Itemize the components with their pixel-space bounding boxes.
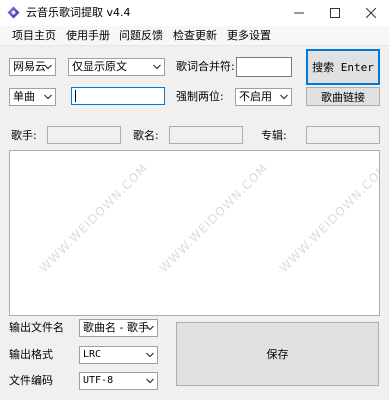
watermark-text: WWW.WEIDOWN.COM: [156, 160, 271, 276]
singer-field[interactable]: [47, 126, 121, 144]
file-encoding-select[interactable]: UTF-8: [79, 372, 158, 390]
display-select-value: 仅显示原文: [72, 60, 127, 73]
song-link-button-label: 歌曲链接: [321, 90, 365, 104]
close-icon: [366, 8, 376, 18]
maximize-icon: [330, 8, 340, 18]
menu-item-homepage[interactable]: 项目主页: [12, 29, 56, 43]
chevron-down-icon: [44, 64, 52, 70]
maximize-button[interactable]: [317, 0, 353, 26]
window-title: 云音乐歌词提取 v4.4: [26, 6, 131, 19]
watermark-text: WWW.WEIDOWN.COM: [276, 160, 380, 276]
album-label: 专辑:: [261, 129, 287, 142]
merge-symbol-label: 歌词合并符:: [176, 60, 235, 73]
menu-item-more-settings[interactable]: 更多设置: [227, 29, 271, 43]
chevron-down-icon: [146, 352, 154, 358]
chevron-down-icon: [44, 94, 52, 100]
title-bar: 云音乐歌词提取 v4.4: [0, 0, 389, 26]
song-link-button[interactable]: 歌曲链接: [306, 87, 380, 106]
song-name-field[interactable]: [169, 126, 243, 144]
menu-item-feedback[interactable]: 问题反馈: [119, 29, 163, 43]
menu-bar: 项目主页 使用手册 问题反馈 检查更新 更多设置: [0, 26, 389, 46]
merge-symbol-input[interactable]: [236, 57, 292, 77]
text-caret: [75, 90, 76, 102]
album-field[interactable]: [306, 126, 380, 144]
minimize-button[interactable]: [281, 0, 317, 26]
output-format-label: 输出格式: [9, 348, 53, 361]
output-filename-value: 歌曲名 - 歌手: [83, 321, 149, 334]
minimize-icon: [294, 12, 304, 14]
save-button[interactable]: 保存: [176, 322, 379, 386]
file-encoding-label: 文件编码: [9, 374, 53, 387]
display-select[interactable]: 仅显示原文: [68, 58, 165, 76]
song-id-input[interactable]: [71, 87, 165, 105]
chevron-down-icon: [146, 378, 154, 384]
file-encoding-value: UTF-8: [83, 375, 114, 386]
search-button[interactable]: 搜索 Enter: [306, 49, 380, 85]
output-format-select[interactable]: LRC: [79, 346, 158, 364]
lyrics-textarea[interactable]: WWW.WEIDOWN.COM WWW.WEIDOWN.COM WWW.WEID…: [9, 150, 380, 316]
mode-select-value: 单曲: [13, 90, 35, 103]
force-two-digits-label: 强制两位:: [176, 90, 224, 103]
song-name-label: 歌名:: [133, 129, 159, 142]
watermark-text: WWW.WEIDOWN.COM: [36, 160, 151, 276]
close-button[interactable]: [353, 0, 389, 26]
chevron-down-icon: [146, 325, 154, 331]
force-two-digits-select[interactable]: 不启用: [235, 88, 292, 106]
search-button-label: 搜索 Enter: [312, 61, 374, 74]
singer-label: 歌手:: [11, 129, 37, 142]
source-select-value: 网易云: [13, 60, 46, 73]
chevron-down-icon: [153, 64, 161, 70]
force-two-digits-value: 不启用: [239, 90, 272, 103]
menu-item-check-update[interactable]: 检查更新: [173, 29, 217, 43]
output-filename-label: 输出文件名: [9, 321, 64, 334]
output-format-value: LRC: [83, 349, 102, 360]
menu-item-manual[interactable]: 使用手册: [66, 29, 110, 43]
source-select[interactable]: 网易云: [9, 58, 56, 76]
main-panel: 网易云 仅显示原文 歌词合并符: 搜索 Enter 单曲 强制两位: 不启用 歌…: [0, 46, 389, 400]
mode-select[interactable]: 单曲: [9, 88, 56, 106]
app-logo-icon: [7, 6, 20, 19]
output-filename-select[interactable]: 歌曲名 - 歌手: [79, 319, 158, 337]
chevron-down-icon: [280, 94, 288, 100]
save-button-label: 保存: [266, 348, 289, 361]
